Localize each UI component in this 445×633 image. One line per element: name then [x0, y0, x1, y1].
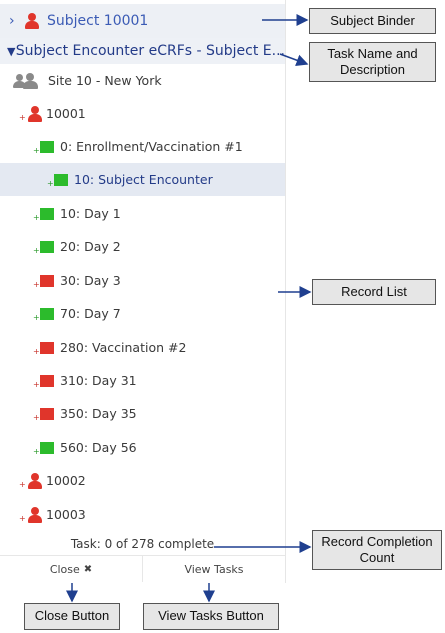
arrow-task-name [279, 53, 309, 66]
callout-arrows [66, 14, 312, 603]
